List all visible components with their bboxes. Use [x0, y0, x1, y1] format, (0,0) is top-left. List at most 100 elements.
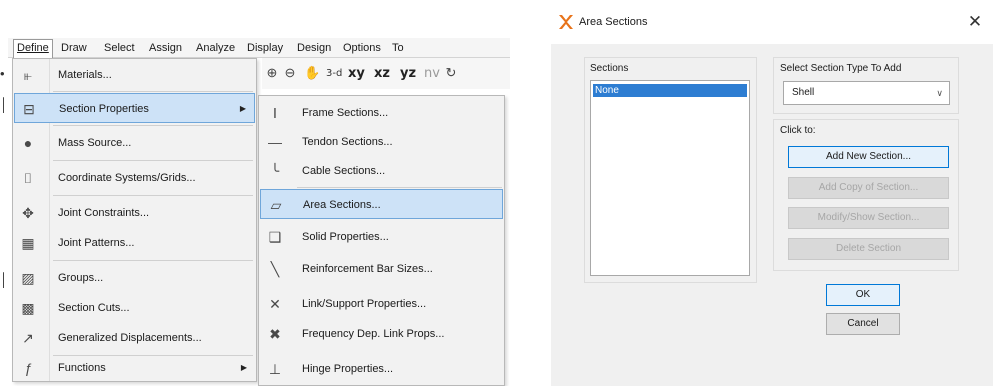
menu-design[interactable]: Design	[294, 40, 334, 57]
menu-item-label: Functions	[58, 362, 106, 374]
menu-item-label: Groups...	[58, 272, 104, 284]
menu-assign[interactable]: Assign	[146, 40, 185, 57]
menu-item-link-support-properties[interactable]: ✕ Link/Support Properties...	[260, 289, 503, 319]
menu-item-coordinate-systems[interactable]: ⌷ Coordinate Systems/Grids...	[14, 163, 255, 193]
menu-item-label: Frame Sections...	[302, 107, 389, 119]
sap2000-menus-screenshot: Define Draw Select Assign Analyze Displa…	[0, 0, 510, 386]
rotate-icon[interactable]: ↻	[444, 64, 458, 82]
menu-item-mass-source[interactable]: ● Mass Source...	[14, 128, 255, 158]
menu-item-label: Tendon Sections...	[302, 136, 393, 148]
sections-listbox[interactable]: None	[590, 80, 750, 276]
menu-item-label: Materials...	[58, 69, 112, 81]
dialog-titlebar: Area Sections ✕	[551, 0, 993, 44]
menu-item-frequency-dep-link-props[interactable]: ✖ Frequency Dep. Link Props...	[260, 319, 503, 349]
view-xz-button[interactable]: xz	[374, 65, 390, 83]
menu-item-label: Joint Patterns...	[58, 237, 135, 249]
menu-item-functions[interactable]: ƒ Functions ▶	[14, 353, 255, 383]
menu-separator	[53, 91, 253, 92]
menu-item-reinforcement-bar-sizes[interactable]: ╲ Reinforcement Bar Sizes...	[260, 254, 503, 284]
rebar-icon: ╲	[270, 261, 280, 277]
menu-item-label: Section Properties	[59, 103, 149, 115]
joint-patterns-icon: ▦	[21, 235, 35, 251]
menu-item-label: Section Cuts...	[58, 302, 130, 314]
frame-section-icon: Ⅰ	[272, 105, 278, 121]
menu-separator	[53, 260, 253, 261]
section-properties-icon: ⊟	[23, 101, 35, 117]
menu-item-label: Joint Constraints...	[58, 207, 150, 219]
view-yz-button[interactable]: yz	[400, 65, 416, 83]
menu-item-generalized-displacements[interactable]: ↗ Generalized Displacements...	[14, 323, 255, 353]
modify-show-section-button[interactable]: Modify/Show Section...	[788, 207, 949, 229]
zoom-out-icon[interactable]: ⊖	[282, 64, 298, 82]
menu-draw[interactable]: Draw	[58, 40, 90, 57]
menu-item-frame-sections[interactable]: Ⅰ Frame Sections...	[260, 98, 503, 128]
functions-icon: ƒ	[24, 360, 32, 376]
menu-analyze[interactable]: Analyze	[193, 40, 238, 57]
cancel-button[interactable]: Cancel	[826, 313, 900, 335]
pan-hand-icon[interactable]: ✋	[304, 64, 320, 82]
menu-item-label: Cable Sections...	[302, 165, 386, 177]
menubar: Define Draw Select Assign Analyze Displa…	[8, 38, 510, 58]
delete-section-button[interactable]: Delete Section	[788, 238, 949, 260]
menu-item-groups[interactable]: ▨ Groups...	[14, 263, 255, 293]
menu-item-hinge-properties[interactable]: ⊥ Hinge Properties...	[260, 354, 503, 384]
ok-button[interactable]: OK	[826, 284, 900, 306]
menu-separator	[53, 160, 253, 161]
menu-separator	[53, 195, 253, 196]
sap2000-logo-icon	[559, 15, 573, 29]
view-nv-button[interactable]: nv	[424, 65, 440, 83]
menu-item-label: Reinforcement Bar Sizes...	[302, 263, 433, 275]
sections-label: Sections	[590, 63, 629, 74]
menu-item-label: Solid Properties...	[302, 231, 389, 243]
menu-item-section-cuts[interactable]: ▩ Section Cuts...	[14, 293, 255, 323]
section-type-select[interactable]: Shell ∨	[783, 81, 950, 105]
list-item[interactable]: None	[593, 84, 747, 97]
menu-tools[interactable]: To	[389, 40, 407, 57]
submenu-arrow-icon: ▶	[240, 363, 247, 372]
menu-separator	[297, 187, 502, 188]
groups-icon: ▨	[21, 270, 35, 286]
hinge-icon: ⊥	[268, 361, 282, 377]
displacements-icon: ↗	[22, 330, 34, 346]
menu-separator	[53, 125, 253, 126]
cable-section-icon: ╰	[270, 163, 280, 179]
add-copy-section-button[interactable]: Add Copy of Section...	[788, 177, 949, 199]
zoom-in-icon[interactable]: ⊕	[264, 64, 280, 82]
menu-select[interactable]: Select	[101, 40, 138, 57]
menu-item-label: Coordinate Systems/Grids...	[58, 172, 196, 184]
menu-item-section-properties[interactable]: ⊟ Section Properties ▶	[14, 93, 255, 123]
area-sections-dialog: Area Sections ✕ Sections None Select Sec…	[551, 0, 993, 386]
menu-item-materials[interactable]: ⫦ Materials...	[14, 60, 255, 90]
solid-properties-icon: ❑	[268, 229, 282, 245]
menu-display[interactable]: Display	[244, 40, 286, 57]
view-xy-button[interactable]: xy	[348, 65, 365, 83]
chevron-down-icon: ∨	[936, 88, 943, 98]
add-new-section-button[interactable]: Add New Section...	[788, 146, 949, 168]
edge-icon-fragment: │	[0, 272, 9, 287]
link-support-icon: ✕	[269, 296, 281, 312]
menu-item-joint-constraints[interactable]: ✥ Joint Constraints...	[14, 198, 255, 228]
menu-item-solid-properties[interactable]: ❑ Solid Properties...	[260, 222, 503, 252]
submenu-arrow-icon: ▶	[239, 104, 246, 113]
materials-icon: ⫦	[24, 67, 32, 83]
view-3d-button[interactable]: 3-d	[326, 65, 342, 83]
click-to-label: Click to:	[780, 125, 816, 136]
menu-item-area-sections[interactable]: ▱ Area Sections...	[260, 189, 503, 219]
mass-source-icon: ●	[23, 135, 33, 151]
define-menu: ⫦ Materials... ⊟ Section Properties ▶ ● …	[12, 58, 257, 382]
tendon-section-icon: —	[268, 134, 282, 150]
close-icon[interactable]: ✕	[963, 10, 987, 34]
menu-item-label: Generalized Displacements...	[58, 332, 202, 344]
menu-options[interactable]: Options	[340, 40, 384, 57]
menu-define[interactable]: Define	[13, 39, 53, 58]
menu-item-label: Mass Source...	[58, 137, 132, 149]
frequency-link-icon: ✖	[269, 326, 281, 342]
menu-item-label: Hinge Properties...	[302, 363, 394, 375]
menu-item-tendon-sections[interactable]: — Tendon Sections...	[260, 127, 503, 157]
section-type-value: Shell	[792, 87, 815, 98]
menu-item-joint-patterns[interactable]: ▦ Joint Patterns...	[14, 228, 255, 258]
dialog-title: Area Sections	[579, 16, 648, 28]
edge-icon-fragment: │	[0, 97, 9, 112]
menu-item-label: Frequency Dep. Link Props...	[302, 328, 445, 340]
menu-item-cable-sections[interactable]: ╰ Cable Sections...	[260, 156, 503, 186]
